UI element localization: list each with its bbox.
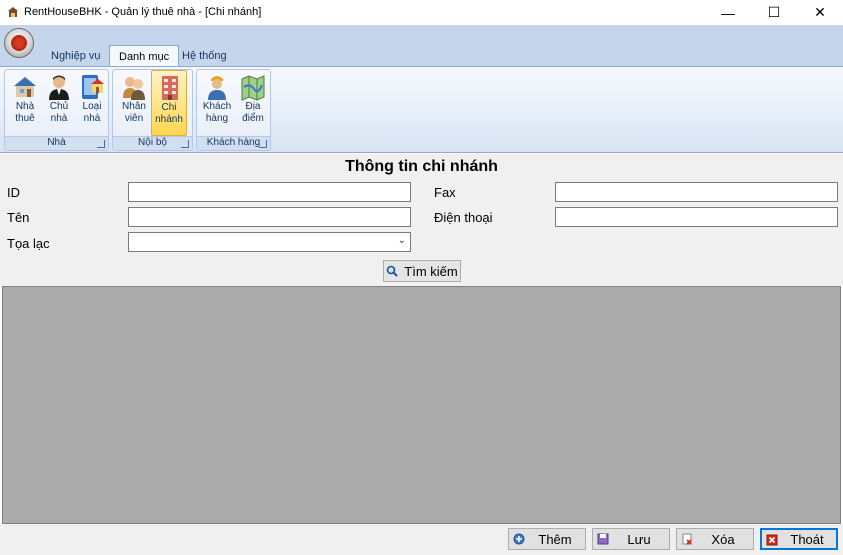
- search-button[interactable]: Tìm kiếm: [383, 260, 461, 282]
- phone-label: Điện thoại: [434, 210, 493, 225]
- nha-thue-label: Nhà thuê: [15, 101, 35, 124]
- location-dropdown[interactable]: ⌄: [128, 232, 411, 252]
- khach-hang-button[interactable]: Khách hàng: [199, 70, 235, 136]
- loai-nha-label: Loại nhà: [82, 101, 102, 124]
- ribbon-group-noi-bo: Nhân viên Chi nhánh Nội bộ: [112, 69, 193, 151]
- customer-icon: [208, 76, 226, 100]
- search-label: Tìm kiếm: [404, 263, 458, 279]
- house-app-icon: [8, 7, 18, 17]
- name-field[interactable]: [128, 207, 411, 227]
- app-logo-icon: [11, 35, 27, 51]
- rental-house-icon: [14, 77, 36, 97]
- delete-label: Xóa: [711, 531, 735, 547]
- chevron-down-icon[interactable]: ⌄: [398, 235, 406, 246]
- ribbon-group-khach-hang: Khách hàng Địa điểm Khách hàng: [196, 69, 271, 151]
- search-icon: [386, 265, 398, 277]
- dialog-launcher-icon[interactable]: [97, 140, 105, 148]
- khach-hang-label: Khách hàng: [202, 101, 232, 124]
- map-icon: [241, 75, 265, 101]
- nhan-vien-button[interactable]: Nhân viên: [116, 70, 152, 136]
- loai-nha-button[interactable]: Loại nhà: [74, 70, 110, 136]
- fax-label: Fax: [434, 185, 456, 200]
- chi-nhanh-label: Chi nhánh: [155, 102, 183, 125]
- add-label: Thêm: [538, 531, 572, 547]
- nha-thue-button[interactable]: Nhà thuê: [7, 70, 43, 136]
- chu-nha-label: Chủ nhà: [49, 101, 69, 124]
- close-button[interactable]: ✕: [797, 0, 843, 25]
- dia-diem-button[interactable]: Địa điểm: [235, 70, 271, 136]
- delete-button[interactable]: Xóa: [676, 528, 754, 550]
- chu-nha-button[interactable]: Chủ nhà: [41, 70, 77, 136]
- location-label: Tọa lạc: [7, 236, 50, 251]
- maximize-icon: ☐: [767, 4, 781, 20]
- chi-nhanh-button[interactable]: Chi nhánh: [151, 70, 187, 136]
- nhan-vien-label: Nhân viên: [122, 101, 146, 124]
- save-label: Lưu: [627, 531, 651, 547]
- ribbon-body: Nhà thuê Chủ nhà Loại nhà Nhà Nhân viên …: [0, 66, 843, 153]
- action-bar: Thêm Lưu Xóa Thoát: [0, 524, 843, 555]
- application-menu-button[interactable]: [4, 28, 34, 58]
- window-title: RentHouseBHK - Quản lý thuê nhà - [Chi n…: [24, 6, 262, 18]
- owner-icon: [49, 75, 69, 100]
- add-button[interactable]: Thêm: [508, 528, 586, 550]
- branch-data-grid[interactable]: [2, 286, 841, 524]
- ribbon-header: Nghiệp vụ Danh mục Hệ thống: [0, 25, 843, 68]
- employees-icon: [123, 77, 145, 100]
- group-caption-nha: Nhà: [5, 136, 108, 150]
- save-button[interactable]: Lưu: [592, 528, 670, 550]
- dialog-launcher-icon[interactable]: [181, 140, 189, 148]
- id-field[interactable]: [128, 182, 411, 202]
- minimize-button[interactable]: —: [705, 0, 751, 25]
- delete-icon: [682, 533, 692, 545]
- exit-icon: [766, 534, 778, 546]
- minimize-icon: —: [721, 4, 735, 21]
- dia-diem-label: Địa điểm: [242, 101, 264, 124]
- tab-nghiep-vu[interactable]: Nghiệp vụ: [42, 45, 110, 67]
- dialog-launcher-icon[interactable]: [259, 140, 267, 148]
- maximize-button[interactable]: ☐: [751, 0, 797, 25]
- phone-field[interactable]: [555, 207, 838, 227]
- add-icon: [513, 533, 525, 545]
- ribbon-group-nha: Nhà thuê Chủ nhà Loại nhà Nhà: [4, 69, 109, 151]
- exit-label: Thoát: [790, 531, 824, 547]
- id-label: ID: [7, 185, 20, 200]
- tab-danh-muc[interactable]: Danh mục: [109, 45, 180, 68]
- exit-button[interactable]: Thoát: [760, 528, 838, 550]
- fax-field[interactable]: [555, 182, 838, 202]
- form-title: Thông tin chi nhánh: [345, 158, 498, 175]
- tab-he-thong[interactable]: Hệ thống: [173, 45, 236, 67]
- branch-building-icon: [162, 76, 178, 100]
- branch-info-form: Thông tin chi nhánh ID Tên Tọa lạc ⌄ Fax…: [0, 154, 843, 286]
- house-type-icon: [82, 75, 104, 99]
- close-icon: ✕: [814, 4, 826, 20]
- save-icon: [597, 533, 609, 545]
- name-label: Tên: [7, 210, 30, 225]
- title-bar: RentHouseBHK - Quản lý thuê nhà - [Chi n…: [0, 0, 843, 25]
